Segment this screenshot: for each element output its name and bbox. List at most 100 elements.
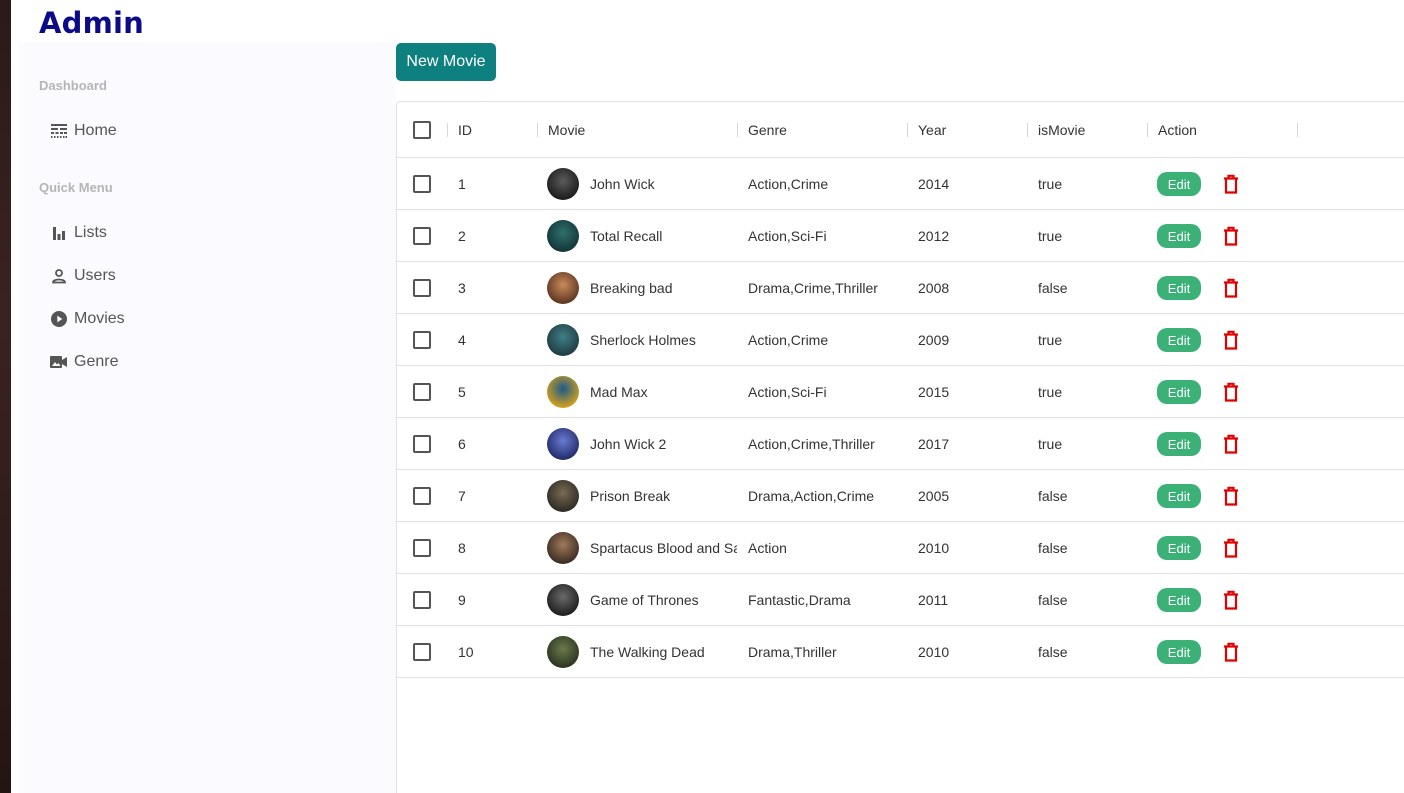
column-separator[interactable] bbox=[1027, 123, 1028, 137]
row-checkbox[interactable] bbox=[413, 435, 431, 453]
sidebar-item-label: Users bbox=[74, 267, 116, 284]
table-row[interactable]: 5 Mad Max Action,Sci-Fi 2015 true Edit bbox=[397, 366, 1404, 418]
table-row[interactable]: 6 John Wick 2 Action,Crime,Thriller 2017 tru… bbox=[397, 418, 1404, 470]
movie-thumbnail bbox=[547, 584, 579, 616]
background-strip bbox=[0, 0, 11, 793]
cell-id: 10 bbox=[458, 644, 474, 660]
row-checkbox[interactable] bbox=[413, 279, 431, 297]
edit-button[interactable]: Edit bbox=[1157, 224, 1201, 248]
movie-thumbnail bbox=[547, 168, 579, 200]
cell-year: 2009 bbox=[918, 332, 950, 348]
delete-icon[interactable] bbox=[1223, 642, 1239, 662]
row-checkbox[interactable] bbox=[413, 539, 431, 557]
edit-button[interactable]: Edit bbox=[1157, 536, 1201, 560]
sidebar-item-movies[interactable]: Movies bbox=[50, 307, 125, 331]
new-movie-button[interactable]: New Movie bbox=[396, 43, 496, 81]
movie-thumbnail bbox=[547, 376, 579, 408]
select-all-checkbox[interactable] bbox=[413, 121, 431, 139]
edit-button[interactable]: Edit bbox=[1157, 276, 1201, 300]
cell-movie-title: Total Recall bbox=[590, 228, 663, 244]
cell-id: 3 bbox=[458, 280, 466, 296]
column-separator[interactable] bbox=[737, 123, 738, 137]
sidebar-item-users[interactable]: Users bbox=[50, 264, 116, 288]
cell-year: 2014 bbox=[918, 176, 950, 192]
app-logo[interactable]: Admin bbox=[39, 6, 144, 40]
edit-button[interactable]: Edit bbox=[1157, 588, 1201, 612]
cell-genre: Action,Crime bbox=[748, 176, 829, 192]
cell-genre: Action,Sci-Fi bbox=[748, 384, 827, 400]
movie-thumbnail bbox=[547, 324, 579, 356]
edit-button[interactable]: Edit bbox=[1157, 432, 1201, 456]
sidebar-item-home[interactable]: Home bbox=[50, 119, 117, 143]
cell-id: 6 bbox=[458, 436, 466, 452]
delete-icon[interactable] bbox=[1223, 434, 1239, 454]
delete-icon[interactable] bbox=[1223, 330, 1239, 350]
cell-id: 9 bbox=[458, 592, 466, 608]
edit-button[interactable]: Edit bbox=[1157, 380, 1201, 404]
row-checkbox[interactable] bbox=[413, 643, 431, 661]
edit-button[interactable]: Edit bbox=[1157, 328, 1201, 352]
row-checkbox[interactable] bbox=[413, 227, 431, 245]
sidebar-section-quick-menu: Quick Menu bbox=[39, 180, 113, 195]
cell-movie-title: Mad Max bbox=[590, 384, 648, 400]
row-checkbox[interactable] bbox=[413, 591, 431, 609]
cell-genre: Fantastic,Drama bbox=[748, 592, 851, 608]
row-checkbox[interactable] bbox=[413, 175, 431, 193]
cell-year: 2012 bbox=[918, 228, 950, 244]
cell-movie-title: Prison Break bbox=[590, 488, 671, 504]
sidebar: Dashboard Home Quick Menu Lists Users Mo… bbox=[19, 43, 396, 793]
movie-thumbnail bbox=[547, 636, 579, 668]
table-row[interactable]: 10 The Walking Dead Drama,Thriller 2010 fals… bbox=[397, 626, 1404, 678]
delete-icon[interactable] bbox=[1223, 382, 1239, 402]
column-header-ismovie[interactable]: isMovie bbox=[1038, 102, 1085, 158]
row-checkbox[interactable] bbox=[413, 331, 431, 349]
column-separator[interactable] bbox=[1147, 123, 1148, 137]
row-checkbox[interactable] bbox=[413, 487, 431, 505]
table-row[interactable]: 9 Game of Thrones Fantastic,Drama 2011 false… bbox=[397, 574, 1404, 626]
cell-year: 2010 bbox=[918, 644, 950, 660]
cell-genre: Drama,Action,Crime bbox=[748, 488, 875, 504]
row-checkbox[interactable] bbox=[413, 383, 431, 401]
cell-year: 2010 bbox=[918, 540, 950, 556]
line-style-icon bbox=[50, 123, 67, 140]
table-row[interactable]: 4 Sherlock Holmes Action,Crime 2009 true Edit bbox=[397, 314, 1404, 366]
delete-icon[interactable] bbox=[1223, 174, 1239, 194]
edit-button[interactable]: Edit bbox=[1157, 484, 1201, 508]
column-header-action[interactable]: Action bbox=[1158, 102, 1197, 158]
topbar: Admin bbox=[11, 0, 1404, 43]
column-header-year[interactable]: Year bbox=[918, 102, 946, 158]
sidebar-section-dashboard: Dashboard bbox=[39, 78, 107, 93]
table-row[interactable]: 8 Spartacus Blood and Sand Action 2010 false… bbox=[397, 522, 1404, 574]
sidebar-item-label: Home bbox=[74, 122, 117, 139]
sidebar-item-lists[interactable]: Lists bbox=[50, 221, 107, 245]
delete-icon[interactable] bbox=[1223, 590, 1239, 610]
delete-icon[interactable] bbox=[1223, 486, 1239, 506]
column-separator[interactable] bbox=[1297, 123, 1298, 137]
column-separator[interactable] bbox=[447, 123, 448, 137]
edit-button[interactable]: Edit bbox=[1157, 640, 1201, 664]
cell-id: 7 bbox=[458, 488, 466, 504]
bar-chart-icon bbox=[50, 225, 67, 242]
video-camera-icon bbox=[50, 354, 67, 371]
table-row[interactable]: 7 Prison Break Drama,Action,Crime 2005 false… bbox=[397, 470, 1404, 522]
movie-thumbnail bbox=[547, 428, 579, 460]
column-separator[interactable] bbox=[537, 123, 538, 137]
table-row[interactable]: 3 Breaking bad Drama,Crime,Thriller 2008 fal… bbox=[397, 262, 1404, 314]
column-separator[interactable] bbox=[907, 123, 908, 137]
delete-icon[interactable] bbox=[1223, 278, 1239, 298]
column-header-id[interactable]: ID bbox=[458, 102, 472, 158]
delete-icon[interactable] bbox=[1223, 226, 1239, 246]
delete-icon[interactable] bbox=[1223, 538, 1239, 558]
table-row[interactable]: 2 Total Recall Action,Sci-Fi 2012 true Edit bbox=[397, 210, 1404, 262]
edit-button[interactable]: Edit bbox=[1157, 172, 1201, 196]
main-content: New Movie ID Movie Genre Year isMovie Ac… bbox=[396, 43, 1404, 793]
cell-year: 2011 bbox=[918, 592, 949, 608]
table-row[interactable]: 1 John Wick Action,Crime 2014 true Edit bbox=[397, 158, 1404, 210]
sidebar-item-genre[interactable]: Genre bbox=[50, 350, 118, 374]
movie-thumbnail bbox=[547, 272, 579, 304]
column-header-movie[interactable]: Movie bbox=[548, 102, 585, 158]
cell-ismovie: true bbox=[1038, 176, 1063, 192]
column-header-genre[interactable]: Genre bbox=[748, 102, 787, 158]
cell-year: 2015 bbox=[918, 384, 950, 400]
cell-ismovie: false bbox=[1038, 644, 1068, 660]
